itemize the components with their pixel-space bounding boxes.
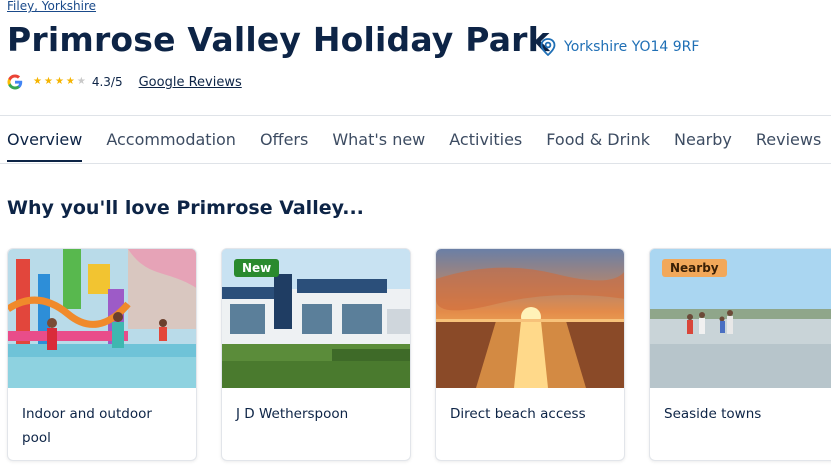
- star-icon: ★: [54, 76, 64, 87]
- feature-card-wetherspoon[interactable]: New J D Wetherspoon: [221, 248, 411, 461]
- google-reviews-link[interactable]: Google Reviews: [139, 75, 242, 90]
- section-tabs: Overview Accommodation Offers What's new…: [7, 130, 831, 162]
- tab-whats-new[interactable]: What's new: [332, 130, 425, 161]
- tabs-divider: [0, 163, 831, 164]
- location-pin-icon: [540, 38, 556, 56]
- star-rating: ★ ★ ★ ★ ★: [33, 77, 86, 87]
- star-icon: ★: [65, 76, 75, 87]
- tab-overview[interactable]: Overview: [7, 130, 83, 162]
- wetherspoon-image: New: [222, 249, 410, 388]
- tab-accommodation[interactable]: Accommodation: [106, 130, 236, 161]
- breadcrumb[interactable]: Filey, Yorkshire: [7, 0, 96, 13]
- star-icon: ★: [43, 76, 53, 87]
- feature-card-beach[interactable]: Direct beach access: [435, 248, 625, 461]
- card-label: Direct beach access: [450, 406, 586, 422]
- feature-card-seaside[interactable]: Nearby Seaside towns: [649, 248, 831, 461]
- page-title: Primrose Valley Holiday Park: [7, 20, 550, 59]
- feature-card-pool[interactable]: Indoor and outdoor pool: [7, 248, 197, 461]
- nearby-badge: Nearby: [662, 259, 727, 277]
- card-label: Seaside towns: [664, 406, 762, 422]
- seaside-image: Nearby: [650, 249, 831, 388]
- beach-image: [436, 249, 624, 388]
- tab-food-drink[interactable]: Food & Drink: [546, 130, 650, 161]
- header-divider: [0, 115, 831, 116]
- star-icon: ★: [33, 76, 42, 87]
- pool-image: [8, 249, 196, 388]
- card-label: J D Wetherspoon: [236, 406, 349, 422]
- location-text: Yorkshire YO14 9RF: [564, 39, 700, 55]
- star-empty-icon: ★: [76, 76, 86, 87]
- park-location[interactable]: Yorkshire YO14 9RF: [540, 38, 699, 56]
- tab-nearby[interactable]: Nearby: [674, 130, 732, 161]
- card-label: Indoor and outdoor pool: [22, 406, 152, 446]
- rating-row: ★ ★ ★ ★ ★ 4.3/5 Google Reviews: [7, 74, 242, 90]
- rating-score: 4.3/5: [91, 75, 123, 89]
- tab-reviews[interactable]: Reviews: [756, 130, 821, 161]
- new-badge: New: [234, 259, 280, 277]
- tab-offers[interactable]: Offers: [260, 130, 308, 161]
- section-title: Why you'll love Primrose Valley...: [7, 197, 364, 219]
- google-icon: [7, 74, 33, 90]
- tab-activities[interactable]: Activities: [449, 130, 522, 161]
